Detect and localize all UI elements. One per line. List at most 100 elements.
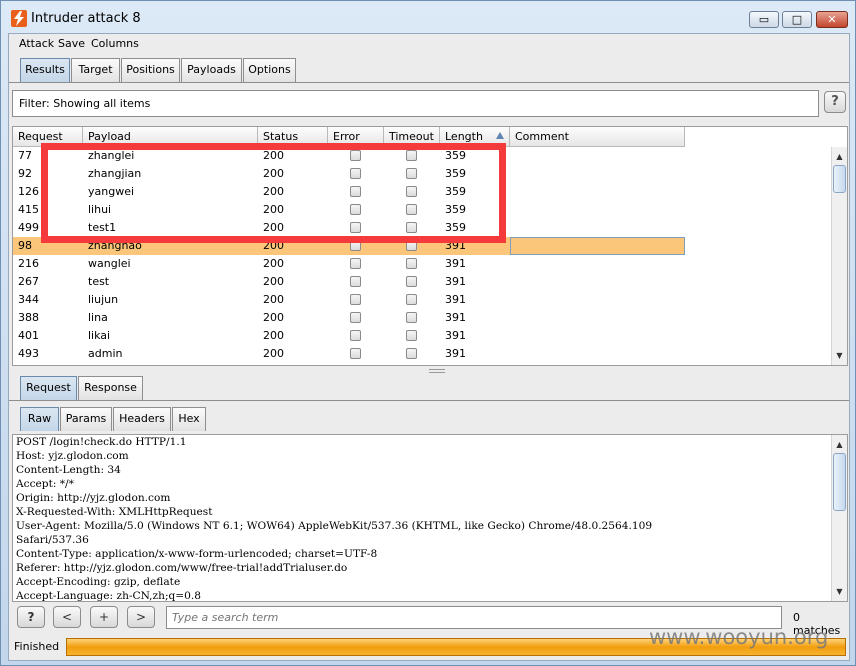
tab-divider — [9, 82, 849, 83]
maximize-icon: □ — [791, 13, 803, 26]
timeout-checkbox[interactable] — [406, 348, 417, 359]
cell-request: 344 — [18, 293, 39, 306]
request-line: X-Requested-With: XMLHttpRequest — [16, 506, 213, 518]
cell-error — [328, 273, 384, 291]
error-checkbox[interactable] — [350, 258, 361, 269]
timeout-checkbox[interactable] — [406, 312, 417, 323]
error-checkbox[interactable] — [350, 276, 361, 287]
table-row[interactable]: 401 likai 200 391 — [13, 327, 831, 345]
table-row[interactable]: 388 lina 200 391 — [13, 309, 831, 327]
req-tab-divider — [9, 400, 849, 401]
cell-comment — [510, 183, 685, 201]
cell-length: 391 — [445, 311, 466, 324]
tab-headers[interactable]: Headers — [113, 407, 171, 431]
table-row[interactable]: 267 test 200 391 — [13, 273, 831, 291]
cell-status: 200 — [263, 257, 284, 270]
table-row[interactable]: 344 liujun 200 391 — [13, 291, 831, 309]
request-line: Safari/537.36 — [16, 534, 89, 546]
menu-bar: Attack Save Columns — [9, 34, 849, 54]
editor-scroll-up-icon[interactable]: ▲ — [832, 437, 847, 452]
scroll-down-icon[interactable]: ▼ — [832, 348, 847, 363]
cell-status: 200 — [263, 275, 284, 288]
cell-comment — [510, 255, 685, 273]
minimize-icon: ▭ — [758, 13, 770, 26]
menu-save[interactable]: Save — [58, 37, 85, 50]
tab-options[interactable]: Options — [243, 58, 296, 82]
scroll-thumb[interactable] — [833, 165, 846, 193]
request-line: Content-Type: application/x-www-form-url… — [16, 548, 378, 560]
table-row[interactable]: 493 admin 200 391 — [13, 345, 831, 363]
error-checkbox[interactable] — [350, 294, 361, 305]
window-title: Intruder attack 8 — [31, 11, 141, 26]
cell-comment — [510, 345, 685, 363]
cell-comment — [510, 273, 685, 291]
pane-splitter[interactable] — [429, 369, 445, 373]
search-help-button[interactable]: ? — [17, 606, 45, 628]
comment-edit-field[interactable] — [510, 237, 685, 255]
tab-payloads[interactable]: Payloads — [181, 58, 242, 82]
cell-comment — [510, 291, 685, 309]
error-checkbox[interactable] — [350, 312, 361, 323]
minimize-button[interactable]: ▭ — [749, 11, 779, 28]
close-icon: ✕ — [827, 13, 837, 26]
request-line: Referer: http://yjz.glodon.com/www/free-… — [16, 562, 348, 574]
cell-comment — [510, 201, 685, 219]
cell-payload: admin — [88, 347, 123, 360]
menu-columns[interactable]: Columns — [91, 37, 139, 50]
table-scrollbar[interactable]: ▲ ▼ — [831, 147, 847, 365]
cell-request: 216 — [18, 257, 39, 270]
raw-request-editor[interactable]: POST /login!check.do HTTP/1.1 Host: yjz.g… — [12, 434, 848, 602]
timeout-checkbox[interactable] — [406, 330, 417, 341]
tab-request[interactable]: Request — [20, 376, 77, 400]
search-prev-button[interactable]: < — [53, 606, 81, 628]
timeout-checkbox[interactable] — [406, 258, 417, 269]
tab-target[interactable]: Target — [71, 58, 120, 82]
error-checkbox[interactable] — [350, 348, 361, 359]
cell-length: 391 — [445, 347, 466, 360]
cell-status: 200 — [263, 329, 284, 342]
tab-positions[interactable]: Positions — [121, 58, 180, 82]
search-add-button[interactable]: + — [90, 606, 118, 628]
cell-timeout — [384, 291, 440, 309]
cell-comment — [510, 327, 685, 345]
menu-attack[interactable]: Attack — [19, 37, 54, 50]
cell-status: 200 — [263, 311, 284, 324]
filter-text: Filter: Showing all items — [19, 97, 151, 110]
request-line: Content-Length: 34 — [16, 464, 121, 476]
request-line: Host: yjz.glodon.com — [16, 450, 129, 462]
cell-request: 493 — [18, 347, 39, 360]
editor-scroll-thumb[interactable] — [833, 453, 846, 511]
cell-payload: wanglei — [88, 257, 131, 270]
cell-error — [328, 291, 384, 309]
tab-response[interactable]: Response — [78, 376, 143, 400]
filter-help-button[interactable]: ? — [824, 91, 846, 113]
tab-hex[interactable]: Hex — [172, 407, 206, 431]
status-text: Finished — [14, 640, 60, 653]
filter-bar[interactable]: Filter: Showing all items — [12, 90, 819, 117]
editor-scroll-down-icon[interactable]: ▼ — [832, 584, 847, 599]
editor-scrollbar[interactable]: ▲ ▼ — [831, 435, 847, 601]
title-bar[interactable]: Intruder attack 8 ▭ □ ✕ — [1, 1, 855, 33]
table-row[interactable]: 216 wanglei 200 391 — [13, 255, 831, 273]
cell-error — [328, 309, 384, 327]
maximize-button[interactable]: □ — [782, 11, 812, 28]
cell-comment — [510, 219, 685, 237]
scroll-up-icon[interactable]: ▲ — [832, 149, 847, 164]
tab-results[interactable]: Results — [20, 58, 70, 82]
close-button[interactable]: ✕ — [816, 11, 848, 28]
cell-status: 200 — [263, 293, 284, 306]
timeout-checkbox[interactable] — [406, 276, 417, 287]
cell-payload: likai — [88, 329, 111, 342]
col-comment[interactable]: Comment — [510, 127, 685, 147]
tab-params[interactable]: Params — [60, 407, 112, 431]
cell-request: 401 — [18, 329, 39, 342]
cell-payload: test — [88, 275, 110, 288]
cell-request: 267 — [18, 275, 39, 288]
cell-request: 388 — [18, 311, 39, 324]
tab-raw[interactable]: Raw — [20, 407, 59, 431]
search-next-button[interactable]: > — [127, 606, 155, 628]
timeout-checkbox[interactable] — [406, 294, 417, 305]
request-line: User-Agent: Mozilla/5.0 (Windows NT 6.1;… — [16, 520, 653, 532]
error-checkbox[interactable] — [350, 330, 361, 341]
col-length-label: Length — [445, 130, 483, 143]
